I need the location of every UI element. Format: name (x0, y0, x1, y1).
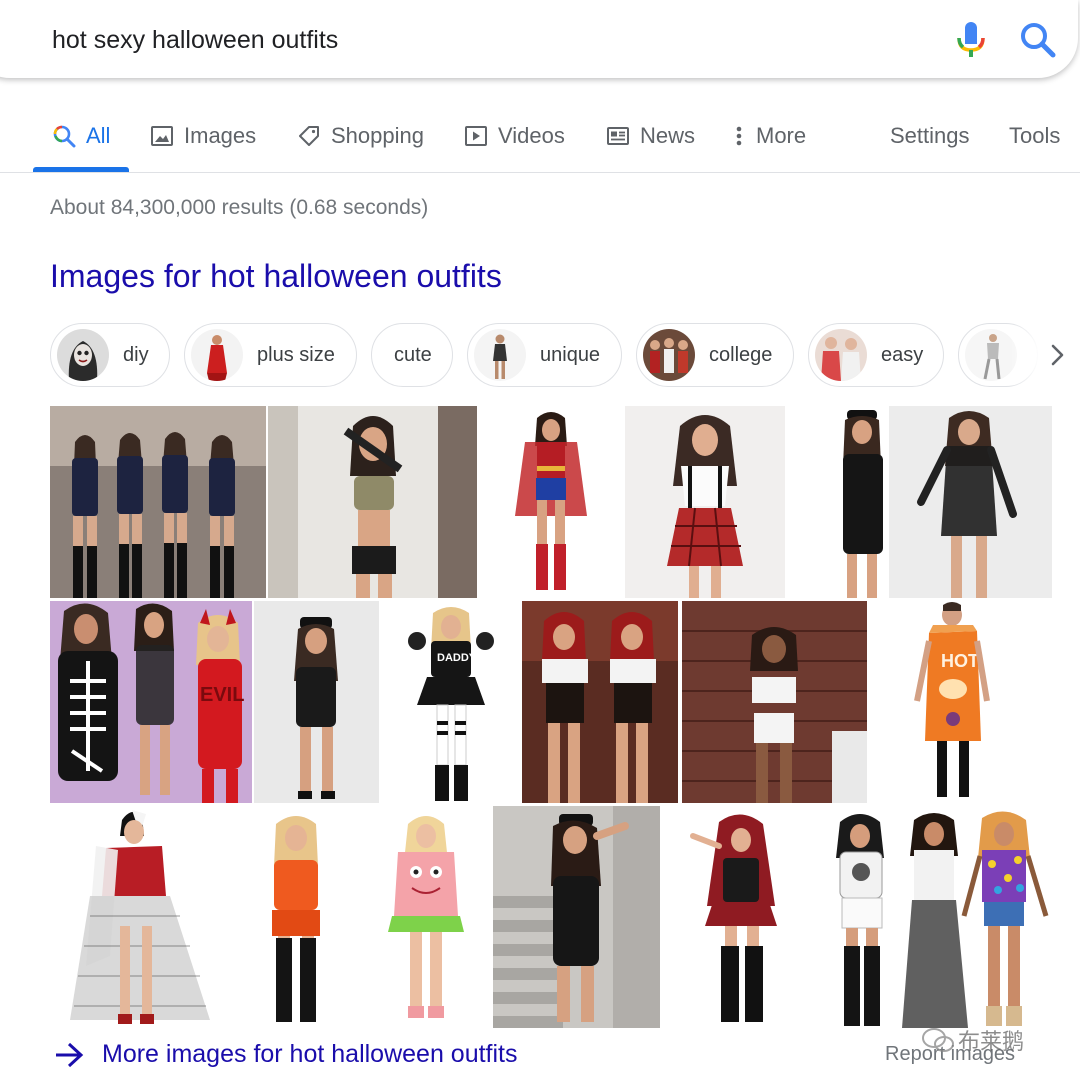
microphone-icon[interactable] (954, 20, 988, 60)
vertical-dots-icon (736, 126, 742, 146)
image-result[interactable] (522, 601, 678, 803)
search-icon (53, 125, 76, 148)
image-result[interactable] (682, 601, 867, 803)
image-result[interactable] (232, 806, 360, 1028)
image-result[interactable] (787, 406, 887, 598)
tools-link[interactable]: Tools (1009, 105, 1060, 167)
tab-shopping[interactable]: Shopping (297, 105, 424, 167)
watermark: 布莱鹅 (922, 1028, 1024, 1055)
chip-label: plus size (257, 343, 335, 366)
chip-thumbnail (474, 329, 526, 381)
wechat-icon (922, 1028, 954, 1052)
tabs-divider (0, 172, 1080, 173)
chip-diy[interactable]: diy (50, 323, 170, 387)
image-result[interactable]: DADDY (381, 601, 520, 803)
play-icon (465, 126, 487, 146)
search-tabs: All Images Shopping Videos News More Set… (0, 105, 1080, 173)
tab-all[interactable]: All (52, 105, 110, 167)
newspaper-icon (607, 127, 629, 145)
chip-thumbnail (815, 329, 867, 381)
tag-icon (299, 126, 319, 146)
image-result[interactable] (889, 406, 1052, 598)
tab-videos[interactable]: Videos (464, 105, 565, 167)
chip-label: college (709, 343, 773, 366)
search-input[interactable] (52, 18, 912, 62)
tab-videos-label: Videos (498, 123, 565, 148)
more-images-link[interactable]: More images for hot halloween outfits (54, 1040, 518, 1069)
hot-sauce-costume-text: HOT (941, 651, 979, 671)
image-icon (151, 126, 173, 146)
chips-fade (1010, 318, 1040, 392)
more-images-label: More images for hot halloween outfits (102, 1040, 518, 1068)
image-result[interactable] (479, 406, 623, 598)
image-result[interactable] (625, 406, 785, 598)
settings-label: Settings (890, 123, 970, 148)
chip-thumbnail (643, 329, 695, 381)
tab-more-label: More (756, 123, 807, 148)
search-button[interactable] (1018, 20, 1058, 60)
image-result[interactable] (50, 806, 230, 1028)
images-section-heading[interactable]: Images for hot halloween outfits (50, 258, 502, 295)
chevron-right-icon[interactable] (1044, 340, 1070, 370)
chip-cute[interactable]: cute (371, 323, 453, 387)
cheer-top-text: DADDY (437, 652, 477, 664)
image-result[interactable] (362, 806, 490, 1028)
chip-unique[interactable]: unique (467, 323, 622, 387)
image-result[interactable] (50, 406, 266, 598)
chip-label: easy (881, 343, 924, 366)
image-result[interactable] (493, 806, 660, 1028)
chip-thumbnail (191, 329, 243, 381)
arrow-right-icon (56, 1042, 84, 1067)
image-result[interactable]: EVIL (50, 601, 252, 803)
chip-label: cute (394, 343, 432, 366)
chip-label: unique (540, 343, 601, 366)
settings-link[interactable]: Settings (890, 105, 970, 167)
image-result[interactable] (268, 406, 477, 598)
chip-college[interactable]: college (636, 323, 794, 387)
tab-news-label: News (640, 123, 696, 148)
tab-shopping-label: Shopping (331, 123, 424, 148)
results-stats: About 84,300,000 results (0.68 seconds) (50, 196, 429, 219)
tab-images-label: Images (184, 123, 257, 148)
image-result[interactable]: HOT (887, 601, 1017, 803)
image-result[interactable] (254, 601, 379, 803)
chip-plus-size[interactable]: plus size (184, 323, 357, 387)
tab-images[interactable]: Images (150, 105, 256, 167)
tab-news[interactable]: News (606, 105, 695, 167)
tab-more[interactable]: More (732, 105, 806, 167)
chip-thumbnail (57, 329, 109, 381)
tools-label: Tools (1009, 123, 1061, 148)
image-result[interactable] (663, 806, 818, 1028)
chip-easy[interactable]: easy (808, 323, 944, 387)
chip-label: diy (123, 343, 149, 366)
tab-all-label: All (86, 123, 111, 148)
devil-costume-text: EVIL (200, 684, 244, 706)
watermark-text: 布莱鹅 (958, 1030, 1024, 1055)
image-result[interactable] (822, 806, 1053, 1028)
